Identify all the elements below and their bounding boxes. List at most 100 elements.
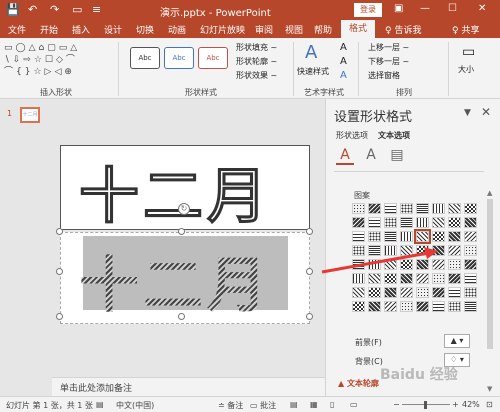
zoom-level[interactable]: 42% [462,400,480,409]
pattern-swatch[interactable] [352,217,365,228]
slide-thumbnail[interactable]: 十二月 [20,107,40,123]
pattern-swatch[interactable] [368,231,381,242]
pattern-swatch[interactable] [448,287,461,298]
pattern-swatch[interactable] [400,245,413,256]
pattern-swatch[interactable] [384,217,397,228]
shape-outline-button[interactable]: 形状轮廓 ~ [236,56,277,67]
foreground-color-picker[interactable]: ▲ ▾ [444,334,470,348]
pattern-swatch[interactable] [368,217,381,228]
notes-bar[interactable]: 单击此处添加备注 [52,377,325,396]
pattern-swatch[interactable] [400,217,413,228]
pattern-swatch[interactable] [400,203,413,214]
pattern-swatch[interactable] [384,259,397,270]
customize-quick-access-icon[interactable]: ≡ [92,3,101,17]
size-button[interactable]: 大小 [458,64,474,75]
resize-handle[interactable] [178,313,185,320]
pattern-swatch[interactable] [432,273,445,284]
tab-slideshow[interactable]: 幻灯片放映 [200,23,245,36]
pattern-swatch[interactable] [400,231,413,242]
resize-handle[interactable] [178,228,185,235]
pattern-swatch[interactable] [416,245,429,256]
pattern-swatch[interactable] [352,273,365,284]
pane-close-icon[interactable]: ✕ [481,105,491,119]
pattern-swatch[interactable] [432,231,445,242]
pattern-swatch[interactable] [464,203,477,214]
pattern-swatch[interactable] [432,259,445,270]
tab-file[interactable]: 文件 [8,23,26,36]
tab-format[interactable]: 格式 [341,20,375,38]
tab-shape-options[interactable]: 形状选项 [336,130,368,141]
pattern-swatch[interactable] [384,301,397,312]
tab-animations[interactable]: 动画 [168,23,186,36]
accessibility-icon[interactable]: ▤ [96,400,104,409]
resize-handle[interactable] [56,313,63,320]
resize-handle[interactable] [306,268,313,275]
tab-insert[interactable]: 插入 [72,23,90,36]
reading-view-icon[interactable]: ▯ [330,400,334,409]
pattern-swatch[interactable] [464,245,477,256]
zoom-slider-thumb[interactable] [424,401,427,409]
slide-sorter-icon[interactable]: ▦ [310,400,318,409]
tab-home[interactable]: 开始 [40,23,58,36]
pattern-swatch[interactable] [464,217,477,228]
tab-transitions[interactable]: 切换 [136,23,154,36]
pattern-swatch[interactable] [464,273,477,284]
tell-me-search[interactable]: ♀ 告诉我 [385,23,421,36]
save-icon[interactable]: 💾 [6,3,20,17]
pattern-swatch[interactable] [416,273,429,284]
tab-text-options[interactable]: 文本选项 [378,130,410,141]
scroll-up-icon[interactable]: ▲ [487,189,492,197]
pattern-swatch[interactable] [384,231,397,242]
normal-view-icon[interactable]: ▤ [290,400,298,409]
redo-icon[interactable]: ↷ [50,3,59,17]
text-fill-outline-icon[interactable]: A [336,147,354,165]
notes-toggle[interactable]: ≐ 备注 [218,400,243,411]
quick-styles-button[interactable]: 快速样式 [297,66,329,77]
fit-slide-icon[interactable]: ⊡ [486,400,493,409]
pattern-swatch[interactable] [352,203,365,214]
pattern-swatch[interactable] [400,287,413,298]
close-button[interactable]: ✕ [478,3,486,14]
pattern-swatch[interactable] [352,231,365,242]
pattern-swatch[interactable] [464,287,477,298]
pattern-swatch[interactable] [400,301,413,312]
comments-toggle[interactable]: ▭ 批注 [250,400,276,411]
pattern-swatch[interactable] [448,273,461,284]
pattern-swatch[interactable] [352,287,365,298]
size-icon[interactable]: ▭ [462,44,475,60]
pattern-swatch[interactable] [416,203,429,214]
pattern-swatch[interactable] [384,273,397,284]
pattern-swatch[interactable] [400,273,413,284]
text-outline-icon[interactable]: A [340,56,347,67]
undo-icon[interactable]: ↶ [28,3,37,17]
pattern-swatch[interactable] [368,273,381,284]
shape-effects-button[interactable]: 形状效果 ~ [236,70,277,81]
tab-help[interactable]: 帮助 [314,23,332,36]
pane-scrollbar[interactable] [487,199,493,349]
pattern-swatch[interactable] [416,301,429,312]
pattern-swatch[interactable] [448,217,461,228]
pattern-swatch[interactable] [416,217,429,228]
shape-style-2[interactable]: Abc [164,47,194,69]
shape-style-3[interactable]: Abc [198,47,228,69]
scroll-down-icon[interactable]: ▼ [487,385,492,393]
pattern-swatch[interactable] [432,203,445,214]
shapes-gallery[interactable]: ▭◯△⌂▢▭△ ∖⇩⇨☆☐◇⌒ ⌒{}☆▷◁⊕ [4,42,114,82]
pattern-swatch[interactable] [352,301,365,312]
pattern-swatch[interactable] [352,259,365,270]
wordart-pattern-textbox[interactable]: 十二月 [60,232,310,324]
rotate-handle[interactable]: ↻ [178,203,190,215]
resize-handle[interactable] [306,228,313,235]
pattern-swatch[interactable] [384,245,397,256]
present-icon[interactable]: ▭ [72,3,82,17]
pattern-swatch[interactable] [416,287,429,298]
pattern-swatch[interactable] [448,203,461,214]
ribbon-display-options-icon[interactable]: ▣ [394,3,403,14]
minimize-button[interactable]: — [420,3,430,14]
zoom-out-button[interactable]: − [393,400,400,409]
maximize-button[interactable]: ☐ [448,3,457,14]
zoom-in-button[interactable]: + [452,400,459,409]
wordart-outline-textbox[interactable]: 十二月 [60,145,310,233]
pattern-swatch[interactable] [368,259,381,270]
pattern-swatch[interactable] [384,203,397,214]
